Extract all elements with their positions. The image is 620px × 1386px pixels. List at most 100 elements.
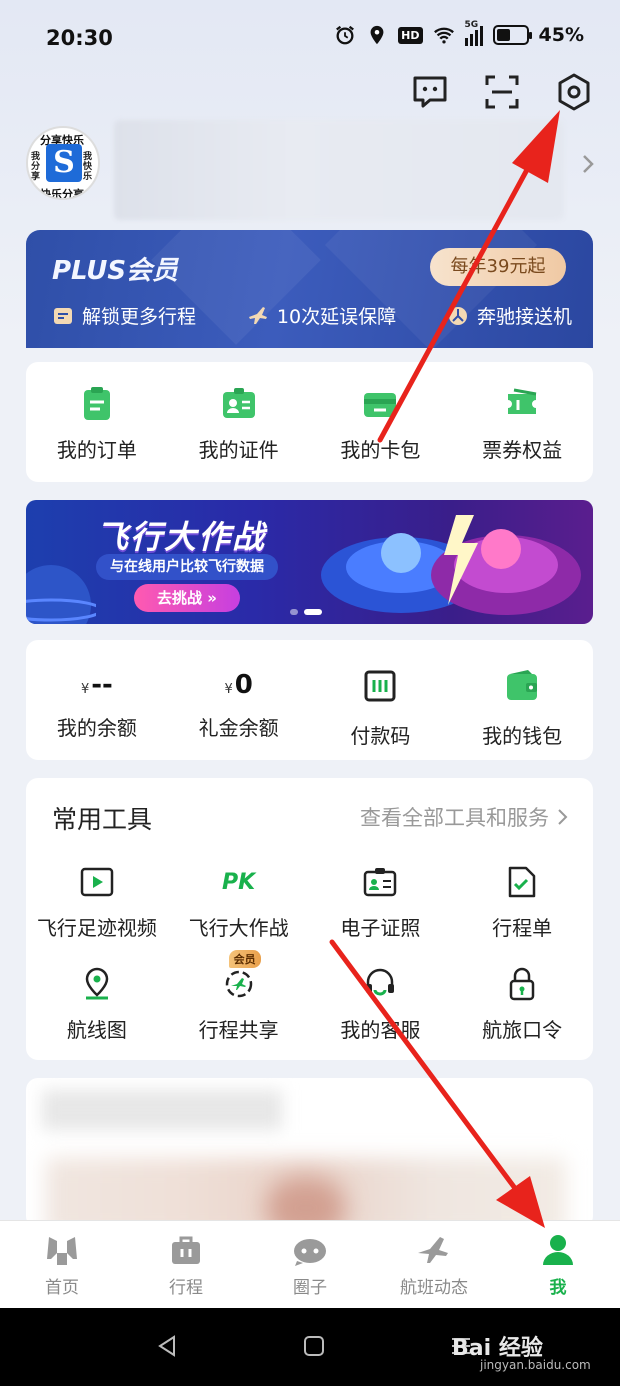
tool-label: 飞行大作战 bbox=[188, 916, 289, 940]
gift-balance-button[interactable]: ¥ 0 礼金余额 bbox=[168, 662, 310, 749]
carousel-dot[interactable] bbox=[290, 609, 298, 615]
status-time: 20:30 bbox=[46, 26, 113, 50]
profile-info-blurred[interactable] bbox=[114, 120, 564, 220]
home-button-icon[interactable] bbox=[302, 1334, 326, 1358]
tab-trips[interactable]: 行程 bbox=[124, 1221, 248, 1308]
tab-label: 航班动态 bbox=[400, 1278, 468, 1298]
status-bar: 20:30 HD 5G 45% bbox=[0, 0, 620, 76]
itinerary-icon bbox=[502, 862, 542, 902]
scan-icon[interactable] bbox=[482, 72, 522, 112]
travel-passcode-button[interactable]: 航旅口令 bbox=[451, 964, 593, 1043]
settings-icon[interactable] bbox=[554, 72, 594, 112]
headset-icon bbox=[360, 964, 400, 1004]
hd-badge: HD bbox=[398, 26, 423, 44]
plane-shield-icon bbox=[248, 306, 267, 324]
pk-icon: PK bbox=[219, 862, 259, 902]
currency-symbol: ¥ bbox=[80, 682, 90, 697]
trip-share-button[interactable]: 会员 行程共享 bbox=[168, 950, 310, 1043]
plus-benefit-label: 10次延误保障 bbox=[276, 306, 397, 328]
route-map-button[interactable]: 航线图 bbox=[26, 964, 168, 1043]
plus-benefit-label: 奔驰接送机 bbox=[476, 306, 572, 328]
e-id-icon bbox=[360, 862, 400, 902]
grid-label: 我的证件 bbox=[198, 438, 279, 462]
tab-home[interactable]: 首页 bbox=[0, 1221, 124, 1308]
view-all-label: 查看全部工具和服务 bbox=[360, 806, 549, 830]
tab-label: 行程 bbox=[169, 1278, 203, 1298]
message-icon[interactable] bbox=[410, 72, 450, 112]
battery-icon bbox=[492, 25, 532, 45]
grid-label: 付款码 bbox=[350, 724, 411, 748]
watermark-url: jingyan.baidu.com bbox=[480, 1358, 591, 1372]
my-documents-button[interactable]: 我的证件 bbox=[168, 384, 310, 463]
banner-challenge-button[interactable]: 去挑战 » bbox=[134, 584, 240, 612]
payment-code-button[interactable]: 付款码 bbox=[310, 662, 452, 749]
avatar-text-right: 我快乐 bbox=[83, 152, 93, 182]
customer-service-button[interactable]: 我的客服 bbox=[310, 964, 452, 1043]
gift-amount: 0 bbox=[234, 670, 253, 700]
itinerary-button[interactable]: 行程单 bbox=[451, 862, 593, 941]
plus-member-card[interactable]: PLUS会员 每年39元起 解锁更多行程 10次延误保障 奔驰接送机 bbox=[26, 230, 593, 348]
location-icon bbox=[370, 25, 384, 45]
flight-battle-button[interactable]: PK 飞行大作战 bbox=[168, 862, 310, 941]
my-wallet-button[interactable]: 我的钱包 bbox=[451, 662, 593, 749]
e-license-button[interactable]: 电子证照 bbox=[310, 862, 452, 941]
tab-label: 我 bbox=[549, 1278, 567, 1298]
grid-label: 我的余额 bbox=[56, 716, 137, 740]
status-icons: HD 5G 45% bbox=[334, 20, 584, 46]
payment-code-icon bbox=[364, 670, 396, 702]
gift-value: ¥ 0 bbox=[224, 662, 252, 702]
grid-label: 我的钱包 bbox=[482, 724, 563, 748]
coupons-benefits-button[interactable]: 票券权益 bbox=[451, 384, 593, 463]
alarm-icon bbox=[336, 25, 355, 45]
view-all-tools-link[interactable]: 查看全部工具和服务 bbox=[360, 802, 569, 832]
bottom-tab-bar: 首页 行程 圈子 航班动态 我 bbox=[0, 1220, 620, 1308]
chevron-right-icon bbox=[558, 809, 568, 825]
tab-label: 首页 bbox=[45, 1278, 79, 1298]
pk-label: PK bbox=[222, 869, 256, 895]
my-orders-button[interactable]: 我的订单 bbox=[26, 384, 168, 463]
tab-circle[interactable]: 圈子 bbox=[248, 1221, 372, 1308]
carousel-dot-active[interactable] bbox=[304, 609, 322, 615]
tool-label: 我的客服 bbox=[340, 1018, 421, 1042]
signal-icon: 5G bbox=[464, 20, 483, 46]
wallet-card: ¥ -- 我的余额 ¥ 0 礼金余额 付款码 我的钱包 bbox=[26, 640, 593, 760]
briefcase-icon bbox=[172, 1236, 200, 1264]
flight-footprint-video-button[interactable]: 飞行足迹视频 bbox=[26, 862, 168, 941]
plus-benefit-delay: 10次延误保障 bbox=[247, 302, 396, 329]
tab-flight-status[interactable]: 航班动态 bbox=[372, 1221, 496, 1308]
my-card-wallet-button[interactable]: 我的卡包 bbox=[310, 384, 452, 463]
plus-benefit-label: 解锁更多行程 bbox=[82, 306, 197, 328]
plane-icon bbox=[418, 1237, 448, 1263]
currency-symbol: ¥ bbox=[224, 682, 233, 697]
banner-subtitle: 与在线用户比较飞行数据 bbox=[96, 554, 278, 580]
video-play-icon bbox=[77, 862, 117, 902]
planet-decoration bbox=[26, 565, 96, 624]
grid-label: 我的卡包 bbox=[340, 438, 421, 462]
tool-label: 航旅口令 bbox=[482, 1018, 563, 1042]
wifi-icon bbox=[433, 27, 454, 44]
plus-benefit-trips: 解锁更多行程 bbox=[52, 302, 196, 329]
ticket-icon bbox=[508, 388, 537, 414]
avatar[interactable]: 分享快乐 我分享 S 我快乐 快乐分享 bbox=[26, 126, 100, 200]
plus-benefit-transfer: 奔驰接送机 bbox=[447, 302, 572, 329]
tab-me[interactable]: 我 bbox=[496, 1221, 620, 1308]
carousel-dots bbox=[290, 609, 322, 615]
banner-title: 飞行大作战 bbox=[96, 518, 267, 556]
member-badge: 会员 bbox=[228, 950, 261, 968]
tool-label: 航线图 bbox=[66, 1018, 127, 1042]
back-icon[interactable] bbox=[156, 1334, 178, 1358]
plus-price-button[interactable]: 每年39元起 bbox=[430, 248, 566, 286]
avatar-logo: S bbox=[46, 144, 82, 182]
ufo-illustration bbox=[321, 515, 581, 615]
tool-label: 飞行足迹视频 bbox=[36, 916, 157, 940]
tool-label: 行程共享 bbox=[198, 1018, 279, 1042]
promo-banner[interactable]: 飞行大作战 与在线用户比较飞行数据 去挑战 » bbox=[26, 500, 593, 624]
user-icon bbox=[543, 1235, 573, 1265]
promo-content-blurred[interactable] bbox=[26, 1078, 593, 1228]
plus-benefits: 解锁更多行程 10次延误保障 奔驰接送机 bbox=[52, 302, 572, 329]
chevron-right-icon[interactable] bbox=[580, 152, 596, 176]
balance-button[interactable]: ¥ -- 我的余额 bbox=[26, 662, 168, 749]
unlock-icon bbox=[54, 307, 72, 324]
lock-icon bbox=[502, 964, 542, 1004]
quick-menu-card: 我的订单 我的证件 我的卡包 票券权益 bbox=[26, 362, 593, 482]
